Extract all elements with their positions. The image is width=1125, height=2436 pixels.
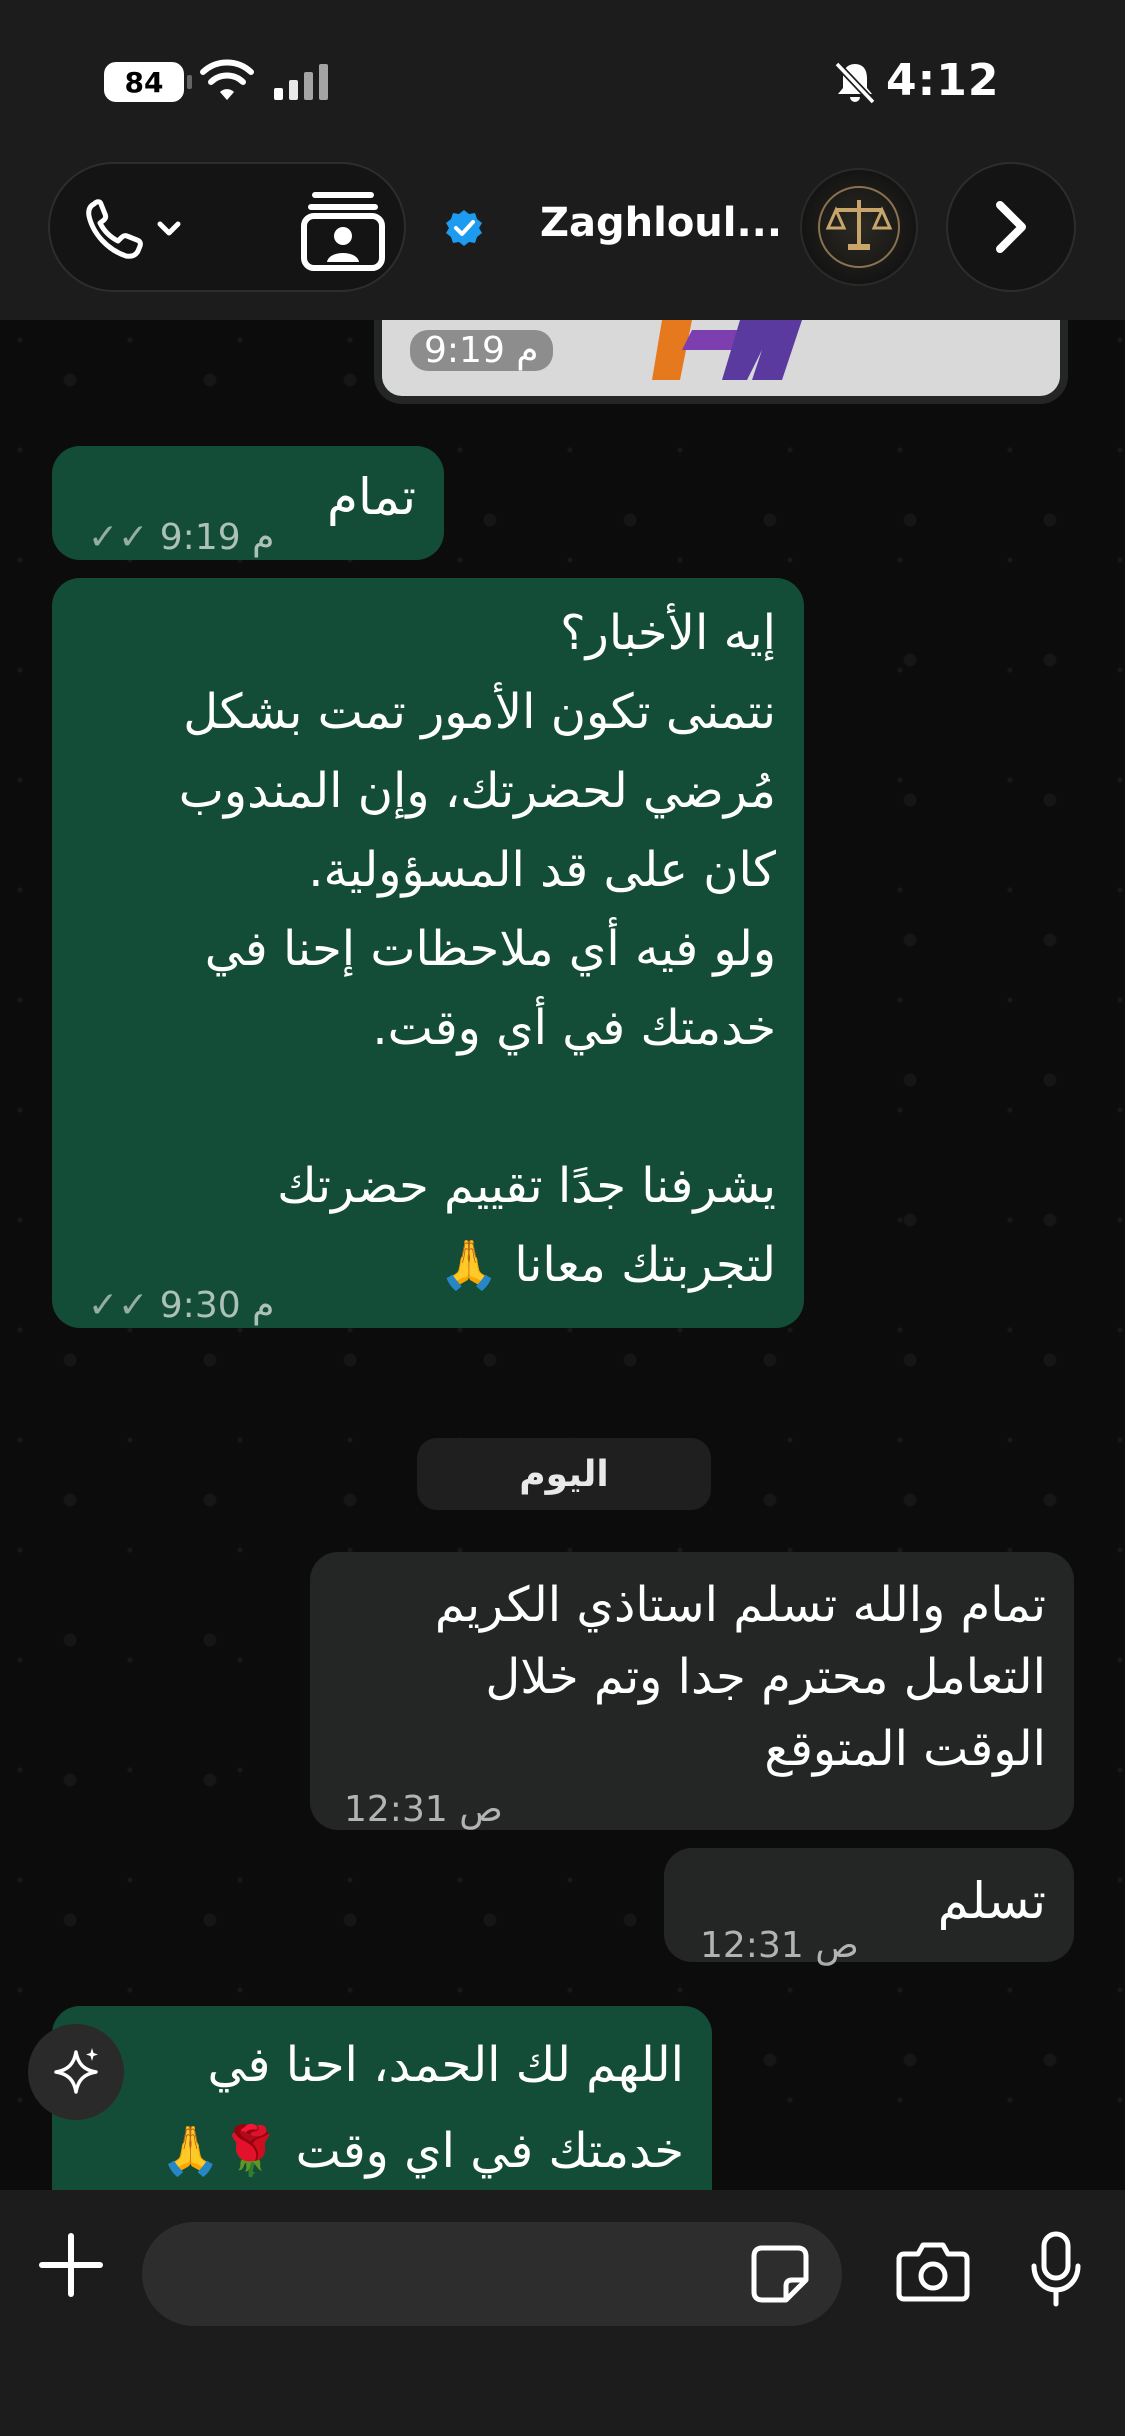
sticker-button[interactable] (748, 2242, 812, 2306)
attach-button[interactable] (36, 2230, 106, 2300)
message-time-with-ticks: ✓✓ 9:19 م (88, 517, 275, 558)
message-time: 9:19 م (410, 330, 553, 371)
message-incoming[interactable]: تسلم 12:31 ص (664, 1848, 1074, 1966)
avatar[interactable] (800, 168, 918, 286)
ai-assistant-button[interactable] (28, 2024, 124, 2120)
logo-image (818, 186, 900, 268)
message-line: مُرضي لحضرتك، وإن المندوب (178, 763, 776, 819)
battery-icon: 84 (104, 62, 192, 102)
date-separator: اليوم (417, 1438, 711, 1510)
input-bar (0, 2190, 1125, 2436)
message-outgoing[interactable]: إيه الأخبار؟ نتمنى تكون الأمور تمت بشكل … (52, 578, 804, 1328)
message-line (76, 1068, 776, 1147)
bell-slash-icon (834, 61, 876, 104)
image-message[interactable]: 9:19 م (374, 320, 1068, 404)
message-outgoing[interactable]: تمام ✓✓ 9:19 م (52, 446, 444, 560)
voice-message-button[interactable] (1028, 2230, 1084, 2310)
contact-info-button[interactable] (298, 184, 388, 274)
next-button[interactable] (946, 162, 1076, 292)
message-line: نتمنى تكون الأمور تمت بشكل (183, 684, 776, 740)
voice-call-button[interactable] (80, 194, 200, 264)
message-time: 12:31 ص (700, 1925, 859, 1966)
message-line: خدمتك في اي وقت 🌹🙏 (160, 2123, 684, 2179)
chat-header: Zaghloul... (0, 150, 1125, 320)
message-incoming[interactable]: تمام والله تسلم استاذي الكريم التعامل مح… (310, 1552, 1074, 1830)
contact-card-icon (301, 192, 385, 271)
chevron-right-icon (996, 201, 1026, 253)
phone-icon (86, 199, 181, 259)
message-time-with-ticks: ✓✓ 9:30 م (88, 1285, 275, 1326)
verified-badge-icon (446, 210, 482, 246)
double-check-icon: ✓✓ (88, 517, 149, 558)
message-line: كان على قد المسؤولية. (308, 842, 776, 898)
message-line: إيه الأخبار؟ (560, 605, 776, 661)
message-line: اللهم لك الحمد، احنا في (207, 2037, 684, 2093)
message-time: 12:31 ص (344, 1789, 503, 1830)
wifi-icon (200, 59, 254, 100)
sparkle-icon (54, 2048, 98, 2094)
message-line: يشرفنا جدًا تقييم حضرتك (277, 1158, 776, 1214)
message-text: تمام (326, 468, 416, 526)
message-line: ولو فيه أي ملاحظات إحنا في (204, 921, 776, 977)
double-check-icon: ✓✓ (88, 1285, 149, 1326)
brand-logo-image (652, 320, 802, 380)
status-bar: 84 4:12 (0, 0, 1125, 150)
status-time: 4:12 (886, 55, 1000, 106)
microphone-icon (1031, 2231, 1081, 2307)
message-input[interactable] (142, 2222, 842, 2326)
message-line: تمام والله تسلم استاذي الكريم (434, 1577, 1046, 1633)
call-controls (48, 162, 406, 292)
contact-name[interactable]: Zaghloul... (540, 200, 790, 246)
message-text: تسلم (937, 1872, 1046, 1930)
message-line: التعامل محترم جدا وتم خلال (485, 1649, 1046, 1705)
cellular-icon (274, 64, 328, 100)
sticker-icon (751, 2245, 809, 2303)
plus-icon (39, 2233, 103, 2297)
camera-icon (896, 2242, 970, 2302)
camera-button[interactable] (896, 2238, 970, 2304)
message-line: خدمتك في أي وقت. (372, 1000, 776, 1056)
